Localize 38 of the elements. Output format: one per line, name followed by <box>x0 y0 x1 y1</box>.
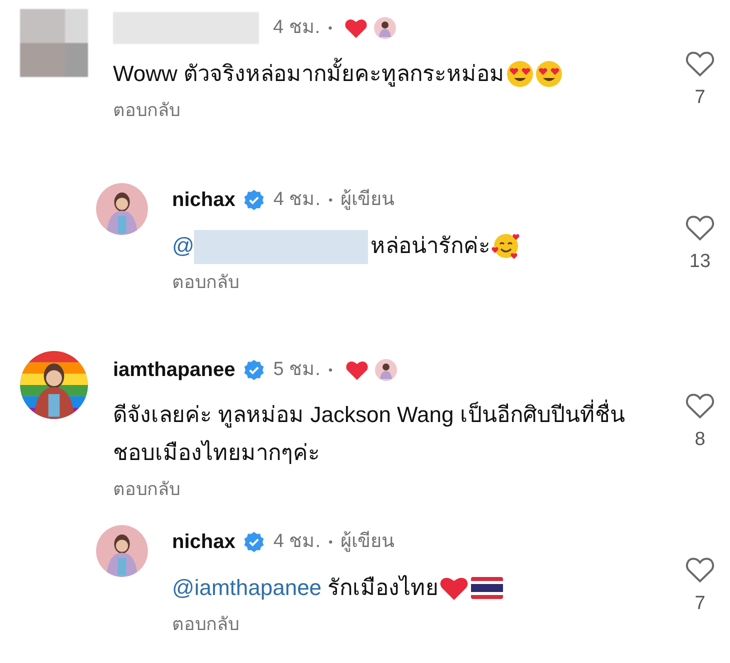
comment-text: @iamthapanee รักเมืองไทย <box>172 574 439 602</box>
separator-dot: • <box>328 362 333 379</box>
like-heart-icon[interactable] <box>685 392 715 420</box>
reply-button[interactable]: ตอบกลับ <box>172 269 239 296</box>
comment-text: ดีจังเลยค่ะ ทูลหม่อม Jackson Wang เป็นอีกศิบปีนที่ชื่นชอบเมืองไทยมากๆค่ะ <box>113 396 648 472</box>
like-count: 7 <box>694 592 706 616</box>
like-heart-icon[interactable] <box>685 50 715 78</box>
mention-link[interactable]: @iamthapanee <box>172 575 322 600</box>
separator-dot: • <box>328 20 332 37</box>
heart-eyes-face-icon <box>534 60 562 88</box>
like-heart-icon[interactable] <box>685 556 715 584</box>
comment-time: 5 ชม. <box>273 358 320 382</box>
reply-button[interactable]: ตอบกลับ <box>113 476 180 503</box>
redacted-avatar <box>20 9 88 77</box>
like-count: 7 <box>694 86 706 110</box>
like-count: 8 <box>694 428 706 452</box>
separator-dot: • <box>328 534 333 551</box>
reply-button[interactable]: ตอบกลับ <box>172 611 239 638</box>
author-avatar-icon <box>374 359 397 381</box>
comment-time: 4 ชม. <box>273 188 320 212</box>
comment-text: @ หล่อน่ารักค่ะ <box>172 227 490 266</box>
smiling-face-with-hearts-icon <box>491 231 522 262</box>
author-avatar-icon <box>374 17 396 39</box>
comment-text: Woww ตัวจริงหล่อมากมั้ยคะทูลกระหม่อม <box>113 55 504 94</box>
reply-button[interactable]: ตอบกลับ <box>113 97 180 124</box>
username[interactable]: iamthapanee <box>113 355 236 385</box>
username[interactable]: nichax <box>172 527 236 557</box>
comment-time: 4 ชม. <box>273 16 320 40</box>
like-heart-icon[interactable] <box>685 214 715 242</box>
author-label: ผู้เขียน <box>340 530 395 554</box>
username[interactable]: nichax <box>172 185 236 215</box>
comment-time: 4 ชม. <box>273 530 320 554</box>
author-label: ผู้เขียน <box>340 188 395 212</box>
heart-eyes-face-icon <box>506 60 534 88</box>
separator-dot: • <box>328 192 333 209</box>
flag-icon <box>470 577 503 600</box>
mention-link[interactable]: @ <box>172 233 194 258</box>
like-count: 13 <box>689 250 711 274</box>
